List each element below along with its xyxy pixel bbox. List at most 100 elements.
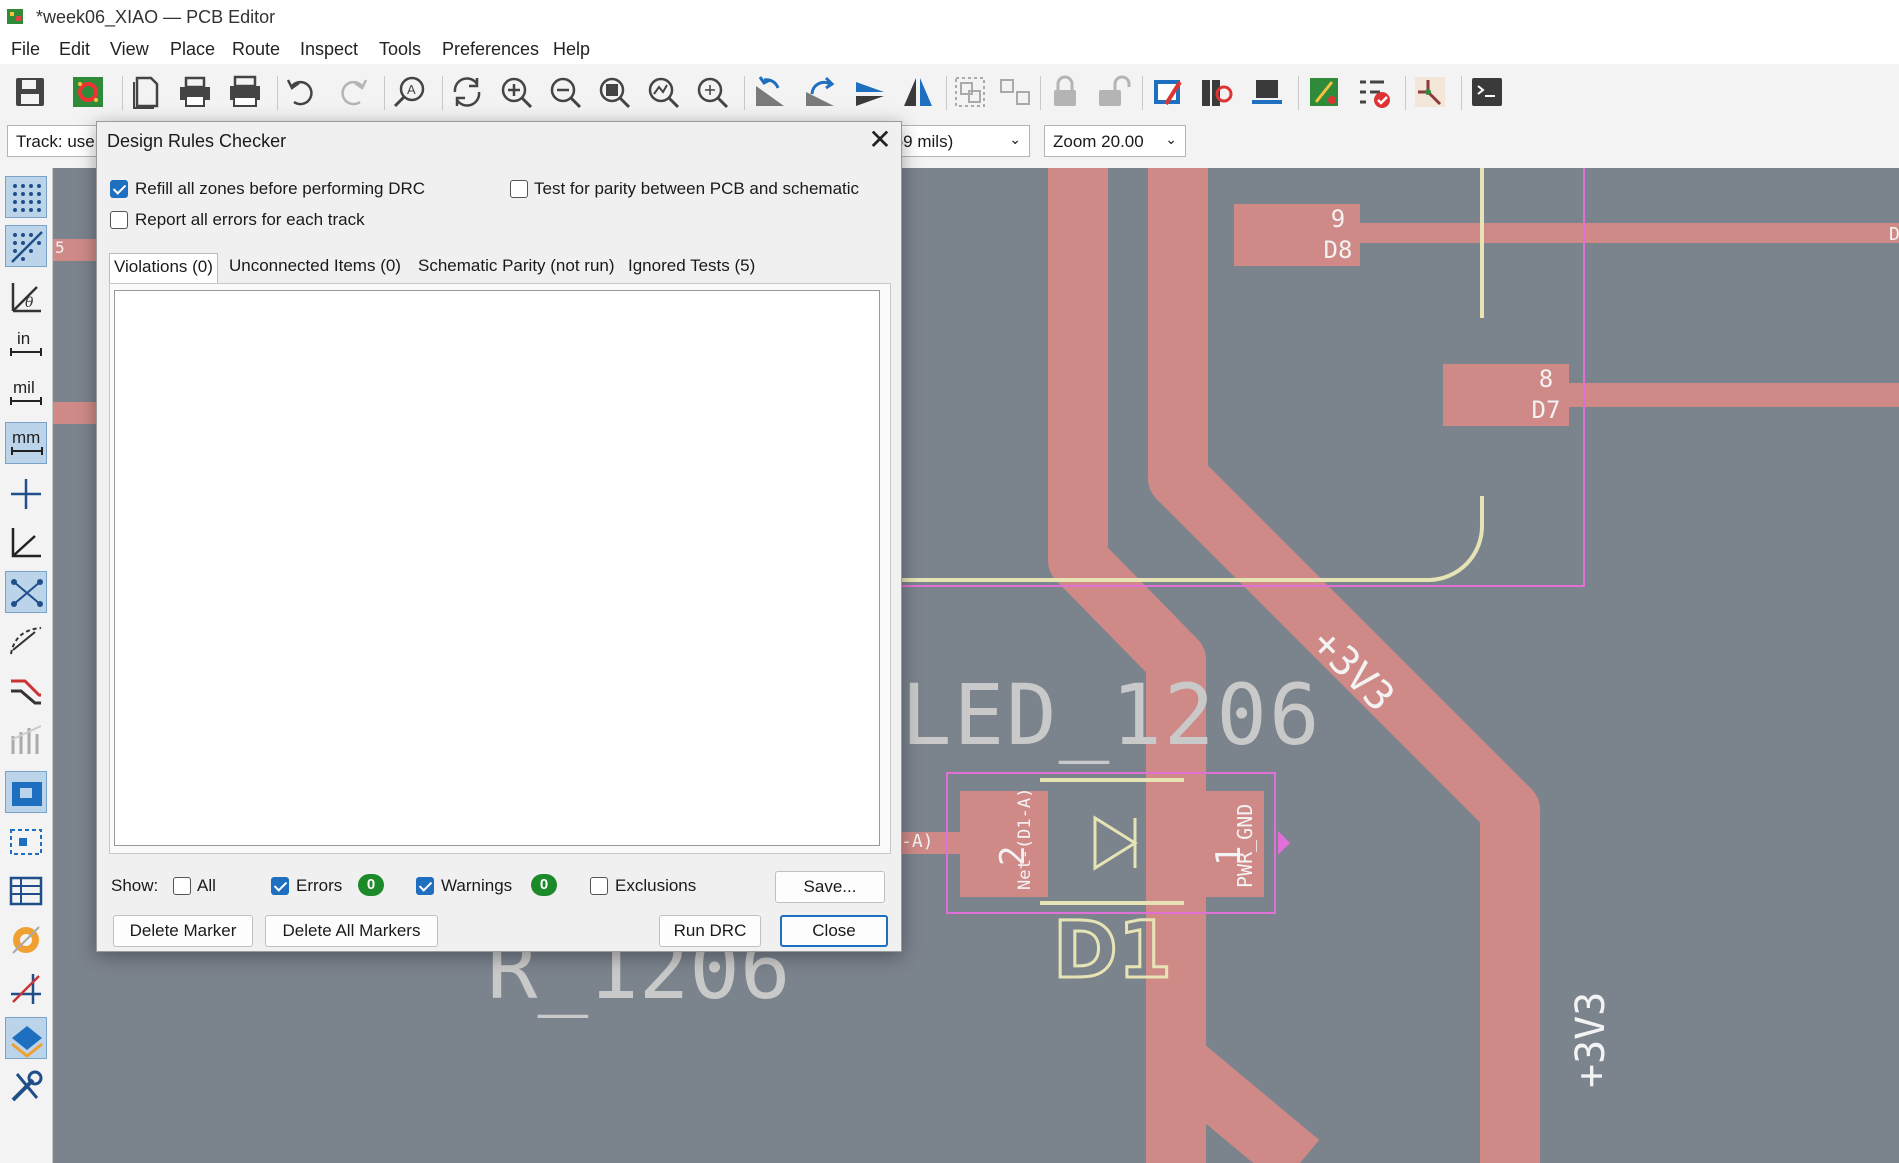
warnings-count-badge: 0 [531, 874, 557, 896]
zoom-in-icon[interactable] [496, 72, 536, 112]
zoom-out-icon[interactable] [545, 72, 585, 112]
menu-file[interactable]: File [11, 39, 40, 60]
curved-ratsnest-icon[interactable] [5, 620, 47, 662]
polar-coords-icon[interactable]: θ [5, 275, 47, 317]
pad-2-net: Net-(D1-A) [1015, 787, 1035, 890]
page-settings-icon[interactable] [126, 72, 166, 112]
footprint-editor-icon[interactable] [1148, 72, 1188, 112]
zoom-select[interactable]: Zoom 20.00 ⌄ [1044, 125, 1186, 157]
close-button[interactable]: Close [780, 915, 888, 947]
title-bar: *week06_XIAO — PCB Editor [0, 0, 1899, 34]
plot-icon[interactable] [225, 72, 265, 112]
footprint-value-led: LED_1206 [901, 666, 1322, 764]
show-warnings-checkbox[interactable] [416, 877, 434, 895]
zone-display-icon[interactable] [5, 771, 47, 813]
delete-marker-button[interactable]: Delete Marker [113, 915, 253, 947]
svg-text:mm: mm [12, 428, 40, 447]
undo-icon[interactable] [282, 72, 322, 112]
track-display-icon[interactable] [5, 669, 47, 711]
menu-preferences[interactable]: Preferences [442, 39, 539, 60]
show-exclusions-checkbox[interactable] [590, 877, 608, 895]
via-display-icon[interactable] [5, 718, 47, 760]
show-label: Show: [111, 876, 159, 895]
dialog-title: Design Rules Checker [107, 131, 287, 151]
show-all-checkbox[interactable] [173, 877, 191, 895]
units-inch-icon[interactable]: in [5, 324, 47, 366]
flip-icon[interactable] [850, 72, 890, 112]
via-size-select[interactable]: .69 mils) ⌄ [880, 125, 1030, 157]
refill-zones-checkbox[interactable] [110, 180, 128, 198]
track-number-edge-label: 5 [55, 238, 65, 257]
zoom-objects-icon[interactable] [643, 72, 683, 112]
board-setup-icon[interactable] [68, 72, 108, 112]
layer-manager-icon[interactable] [5, 870, 47, 912]
left-toolbar: θ in mil mm [0, 168, 53, 1163]
unlock-icon[interactable] [1093, 72, 1133, 112]
net-label-3v3-vertical: +3V3 [1568, 991, 1614, 1088]
show-all-label: All [197, 876, 216, 895]
delete-all-markers-button[interactable]: Delete All Markers [265, 915, 438, 947]
menu-route[interactable]: Route [232, 39, 280, 60]
schematic-icon[interactable] [1410, 72, 1450, 112]
show-errors-checkbox[interactable] [271, 877, 289, 895]
print-icon[interactable] [175, 72, 215, 112]
run-drc-button[interactable]: Run DRC [659, 915, 761, 947]
reference-d1: D1 [1051, 905, 1173, 998]
rotate-ccw-icon[interactable] [750, 72, 790, 112]
ratsnest-icon[interactable] [5, 571, 47, 613]
tab-schematic-parity[interactable]: Schematic Parity (not run) [414, 253, 619, 283]
menu-tools[interactable]: Tools [379, 39, 421, 60]
track-width-select[interactable]: Track: use n [7, 125, 103, 157]
pad-8-net: D7 [1531, 396, 1561, 424]
menu-place[interactable]: Place [170, 39, 215, 60]
drc-dialog: Design Rules Checker ✕ Refill all zones … [96, 121, 902, 952]
report-all-errors-label: Report all errors for each track [135, 210, 365, 229]
grid-overrides-icon[interactable] [5, 225, 47, 267]
menu-edit[interactable]: Edit [59, 39, 90, 60]
drc-icon[interactable] [1354, 72, 1394, 112]
grid-dots-icon[interactable] [5, 176, 47, 218]
redo-icon[interactable] [332, 72, 372, 112]
menu-view[interactable]: View [110, 39, 149, 60]
update-pcb-icon[interactable] [1304, 72, 1344, 112]
schematic-parity-checkbox[interactable] [510, 180, 528, 198]
tab-violations[interactable]: Violations (0) [109, 253, 218, 283]
menu-help[interactable]: Help [553, 39, 590, 60]
report-all-errors-checkbox[interactable] [110, 211, 128, 229]
units-mm-icon[interactable]: mm [5, 422, 47, 464]
pad-display-icon[interactable] [5, 919, 47, 961]
close-icon[interactable]: ✕ [865, 126, 895, 156]
save-button[interactable]: Save... [775, 871, 885, 903]
3d-viewer-icon[interactable] [1247, 72, 1287, 112]
properties-icon[interactable] [5, 1066, 47, 1108]
zone-outline-icon[interactable] [5, 820, 47, 862]
window-title: *week06_XIAO — PCB Editor [36, 7, 276, 27]
zoom-fit-icon[interactable] [594, 72, 634, 112]
angle-snap-icon[interactable] [5, 522, 47, 564]
show-warnings-label: Warnings [441, 876, 513, 895]
ungroup-icon[interactable] [995, 72, 1035, 112]
footprint-browser-icon[interactable] [1197, 72, 1237, 112]
tab-unconnected-items[interactable]: Unconnected Items (0) [225, 253, 405, 283]
chevron-down-icon: ⌄ [1165, 131, 1177, 147]
scripting-console-icon[interactable] [1467, 72, 1507, 112]
schematic-parity-label: Test for parity between PCB and schemati… [534, 179, 860, 198]
zoom-selection-icon[interactable] [692, 72, 732, 112]
lock-icon[interactable] [1045, 72, 1085, 112]
group-icon[interactable] [950, 72, 990, 112]
cursor-crosshair-icon[interactable] [5, 473, 47, 515]
rotate-cw-icon[interactable] [800, 72, 840, 112]
save-icon[interactable] [10, 72, 50, 112]
find-icon[interactable]: A [390, 72, 430, 112]
refresh-icon[interactable] [447, 72, 487, 112]
menu-inspect[interactable]: Inspect [300, 39, 358, 60]
units-mil-icon[interactable]: mil [5, 373, 47, 415]
mirror-icon[interactable] [898, 72, 938, 112]
measure-icon[interactable] [5, 968, 47, 1010]
violations-list[interactable] [114, 290, 880, 846]
layers-icon[interactable] [5, 1017, 47, 1059]
tab-ignored-tests[interactable]: Ignored Tests (5) [624, 253, 759, 283]
pcb-editor-app-icon [6, 6, 26, 26]
pad-1-net: PWR_GND [1233, 803, 1257, 888]
main-toolbar: A [0, 64, 1899, 123]
